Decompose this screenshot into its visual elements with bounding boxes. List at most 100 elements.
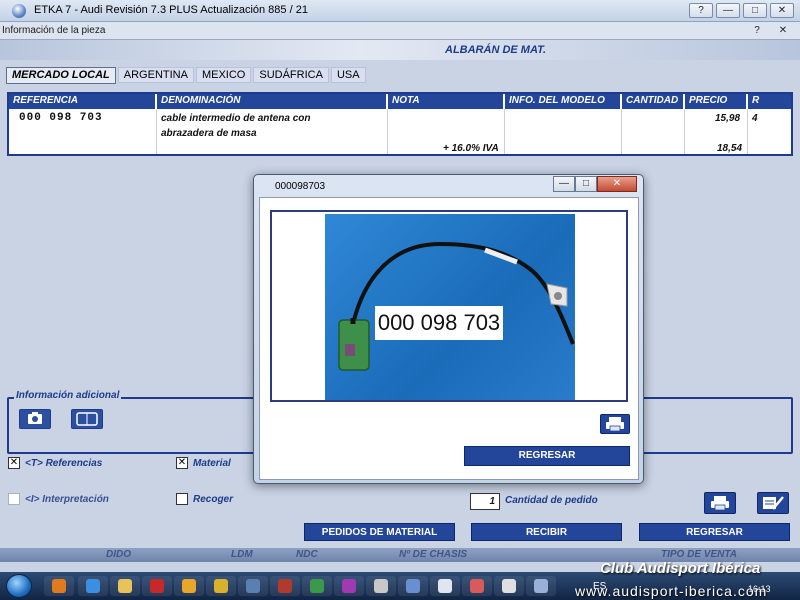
minimize-button[interactable]: — xyxy=(716,3,740,18)
recoger-label: Recoger xyxy=(193,493,234,505)
additional-info-legend: Información adicional xyxy=(14,390,122,401)
dialog-maximize-button[interactable]: □ xyxy=(575,176,597,192)
book-button[interactable] xyxy=(71,409,103,429)
part-photo-frame: 000 098 703 xyxy=(270,210,628,402)
footer-col-dido: DIDO xyxy=(106,549,131,560)
dialog-minimize-button[interactable]: — xyxy=(553,176,575,192)
start-button[interactable] xyxy=(6,574,32,598)
col-header-denominacion[interactable]: DENOMINACIÓN xyxy=(157,94,388,109)
app-icon xyxy=(342,579,356,593)
footer-col-ndc: NDC xyxy=(296,549,318,560)
app-icon xyxy=(438,579,452,593)
child-close-button[interactable]: ✕ xyxy=(772,23,794,38)
banner-label: ALBARÁN DE MAT. xyxy=(445,44,547,56)
col-header-nota[interactable]: NOTA xyxy=(388,94,505,109)
taskbar-explorer[interactable] xyxy=(110,576,140,596)
cell-denominacion-line1: cable intermedio de antena con xyxy=(161,113,311,124)
child-help-button[interactable]: ? xyxy=(746,23,768,38)
recibir-button[interactable]: RECIBIR xyxy=(471,523,622,541)
watermark-club: Club Audisport Ibérica xyxy=(600,560,761,577)
taskbar-etka[interactable] xyxy=(398,576,428,596)
camera-icon xyxy=(28,412,42,424)
printer-icon xyxy=(606,417,624,432)
taskbar-app7[interactable] xyxy=(270,576,300,596)
app-icon xyxy=(310,579,324,593)
material-label: Material xyxy=(193,457,231,469)
taskbar-media[interactable] xyxy=(174,576,204,596)
firefox-icon xyxy=(52,579,66,593)
tab-sudafrica[interactable]: SUDÁFRICA xyxy=(253,67,329,83)
part-image-dialog: 000098703 — □ ✕ 000 098 703 REGRESAR xyxy=(253,174,644,484)
app-icon xyxy=(502,579,516,593)
tab-mexico[interactable]: MEXICO xyxy=(195,67,252,83)
recoger-checkbox-box[interactable] xyxy=(176,493,188,505)
edit-order-button[interactable] xyxy=(757,492,789,514)
app-icon xyxy=(374,579,388,593)
tab-argentina[interactable]: ARGENTINA xyxy=(117,67,194,83)
dialog-title: 000098703 xyxy=(275,181,326,192)
part-photo: 000 098 703 xyxy=(325,214,575,400)
taskbar-chrome[interactable] xyxy=(206,576,236,596)
camera-button[interactable] xyxy=(19,409,51,429)
cell-r: 4 xyxy=(752,113,758,124)
help-button[interactable]: ? xyxy=(689,3,713,18)
chrome-icon xyxy=(214,579,228,593)
col-header-cantidad[interactable]: CANTIDAD xyxy=(622,94,685,109)
maximize-button[interactable]: □ xyxy=(743,3,767,18)
opera-icon xyxy=(150,579,164,593)
app-title-bar: ETKA 7 - Audi Revisión 7.3 PLUS Actualiz… xyxy=(0,0,800,22)
taskbar-app8[interactable] xyxy=(302,576,332,596)
table-row[interactable]: 000 098 703 cable intermedio de antena c… xyxy=(9,109,791,154)
footer-col-ldm: LDM xyxy=(231,549,253,560)
taskbar-ie[interactable] xyxy=(78,576,108,596)
taskbar-app12[interactable] xyxy=(430,576,460,596)
part-info-title-bar: Información de la pieza ? ✕ xyxy=(0,22,800,40)
taskbar-app13[interactable] xyxy=(462,576,492,596)
app-icon xyxy=(246,579,260,593)
taskbar-app6[interactable] xyxy=(238,576,268,596)
taskbar-app9[interactable] xyxy=(334,576,364,596)
dialog-print-button[interactable] xyxy=(600,414,630,434)
cell-denominacion-line2: abrazadera de masa xyxy=(161,128,257,139)
col-header-precio[interactable]: PRECIO xyxy=(685,94,748,109)
material-checkbox[interactable]: ✕ Material xyxy=(176,457,231,469)
col-header-r[interactable]: R xyxy=(748,94,791,109)
folder-icon xyxy=(118,579,132,593)
col-header-referencia[interactable]: REFERENCIA xyxy=(9,94,157,109)
referencias-checkbox[interactable]: ✕ <T> Referencias xyxy=(8,457,102,469)
cell-precio: 15,98 xyxy=(715,113,741,124)
app-title: ETKA 7 - Audi Revisión 7.3 PLUS Actualiz… xyxy=(34,4,308,16)
cell-referencia: 000 098 703 xyxy=(19,112,103,124)
close-button[interactable]: ✕ xyxy=(770,3,794,18)
material-checkbox-box[interactable]: ✕ xyxy=(176,457,188,469)
pedidos-material-button[interactable]: PEDIDOS DE MATERIAL xyxy=(304,523,455,541)
app-icon xyxy=(470,579,484,593)
taskbar-app10[interactable] xyxy=(366,576,396,596)
part-info-title: Información de la pieza xyxy=(2,25,106,36)
dialog-close-button[interactable]: ✕ xyxy=(597,176,637,192)
footer-col-tipo-venta: TIPO DE VENTA xyxy=(661,549,737,560)
taskbar-firefox[interactable] xyxy=(44,576,74,596)
dialog-regresar-button[interactable]: REGRESAR xyxy=(464,446,630,466)
interpretacion-checkbox[interactable]: <I> Interpretación xyxy=(8,493,109,505)
parts-table: REFERENCIA DENOMINACIÓN NOTA INFO. DEL M… xyxy=(7,92,793,156)
order-quantity-input[interactable]: 1 xyxy=(470,493,500,510)
etka-icon xyxy=(406,579,420,593)
recoger-checkbox[interactable]: Recoger xyxy=(176,493,233,505)
app-icon xyxy=(278,579,292,593)
etka-app-icon xyxy=(12,4,26,18)
tab-usa[interactable]: USA xyxy=(330,67,366,83)
cell-precio-iva: 18,54 xyxy=(717,143,743,154)
table-header: REFERENCIA DENOMINACIÓN NOTA INFO. DEL M… xyxy=(9,94,791,109)
taskbar-app15[interactable] xyxy=(526,576,556,596)
interpretacion-checkbox-box[interactable] xyxy=(8,493,20,505)
print-button[interactable] xyxy=(704,492,736,514)
regresar-button[interactable]: REGRESAR xyxy=(639,523,790,541)
referencias-checkbox-box[interactable]: ✕ xyxy=(8,457,20,469)
app-icon xyxy=(534,579,548,593)
taskbar-app14[interactable] xyxy=(494,576,524,596)
col-header-info-modelo[interactable]: INFO. DEL MODELO xyxy=(505,94,622,109)
taskbar-opera[interactable] xyxy=(142,576,172,596)
dialog-body: 000 098 703 REGRESAR xyxy=(259,197,639,480)
tab-mercado-local[interactable]: MERCADO LOCAL xyxy=(6,67,116,84)
